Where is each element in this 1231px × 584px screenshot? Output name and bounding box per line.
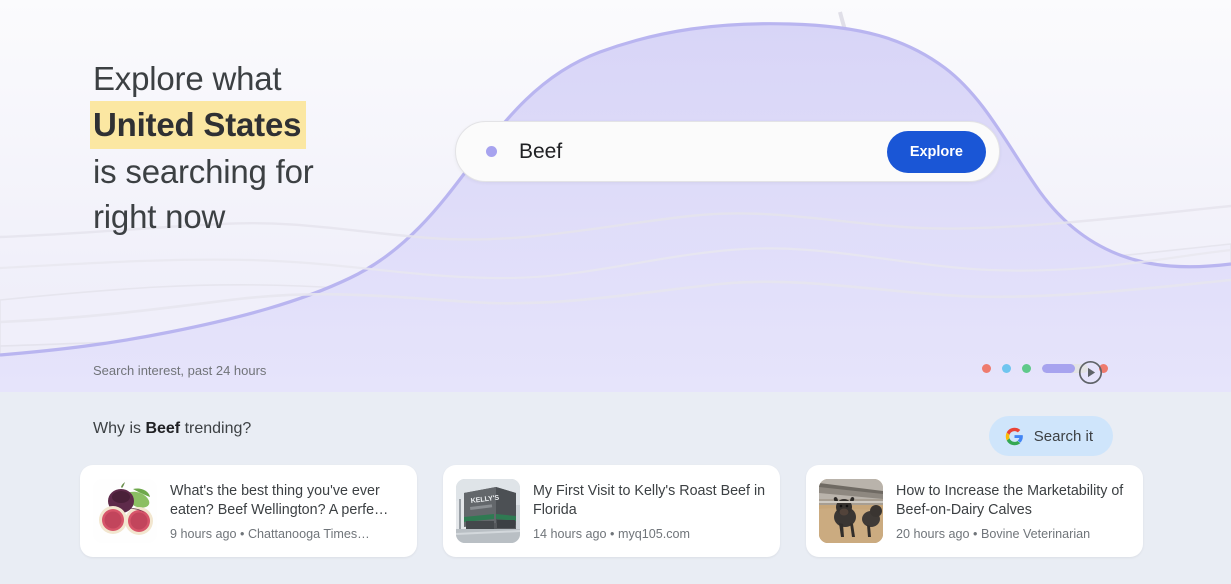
article-title: What's the best thing you've ever eaten?… — [170, 482, 389, 518]
headline-line-2: United States — [90, 101, 453, 149]
article-source: Bovine Veterinarian — [980, 526, 1091, 541]
article-card[interactable]: What's the best thing you've ever eaten?… — [80, 465, 417, 557]
meta-separator: • — [610, 526, 615, 541]
article-card[interactable]: How to Increase the Marketability of Bee… — [806, 465, 1143, 557]
explore-button[interactable]: Explore — [886, 130, 986, 173]
article-text: How to Increase the Marketability of Bee… — [896, 482, 1129, 541]
article-time: 14 hours ago — [533, 526, 607, 541]
hero-section: Explore what United States is searching … — [0, 0, 1231, 392]
article-source: Chattanooga Times… — [247, 526, 370, 541]
search-bar[interactable]: Beef Explore — [455, 121, 1000, 182]
panel-heading-term: Beef — [145, 420, 181, 437]
chart-caption: Search interest, past 24 hours — [93, 363, 267, 378]
term-color-dot — [486, 146, 497, 157]
carousel-dot-3[interactable] — [1022, 364, 1031, 373]
panel-heading-prefix: Why is — [93, 420, 146, 437]
panel-heading: Why is Beef trending? — [93, 420, 251, 438]
search-it-button[interactable]: Search it — [988, 416, 1113, 456]
panel-heading-suffix: trending? — [180, 420, 252, 437]
thumb-cattle — [819, 479, 883, 543]
article-time: 9 hours ago — [170, 526, 237, 541]
headline-line-1: Explore what — [93, 60, 282, 97]
figs-image — [93, 479, 157, 543]
article-meta: 9 hours ago • Chattanooga Times… — [170, 527, 403, 541]
article-title: My First Visit to Kelly's Roast Beef in … — [533, 482, 766, 518]
trends-page: Explore what United States is searching … — [0, 0, 1231, 584]
carousel-progress-fill — [1042, 364, 1076, 373]
google-g-icon — [1005, 427, 1023, 445]
headline-line-3: is searching for — [93, 153, 314, 190]
play-icon — [1078, 360, 1103, 385]
article-card[interactable]: KELLY'S My First Visit to Kelly's Roast … — [443, 465, 780, 557]
carousel-dot-1[interactable] — [982, 364, 991, 373]
kellys-building-image: KELLY'S — [456, 479, 520, 543]
cattle-image — [819, 479, 883, 543]
meta-separator: • — [240, 526, 245, 541]
article-meta: 20 hours ago • Bovine Veterinarian — [896, 527, 1129, 541]
trending-article-list: What's the best thing you've ever eaten?… — [80, 465, 1143, 557]
article-source: myq105.com — [617, 526, 691, 541]
article-text: What's the best thing you've ever eaten?… — [170, 482, 403, 541]
article-title: How to Increase the Marketability of Bee… — [896, 482, 1124, 518]
meta-separator: • — [973, 526, 978, 541]
thumb-kellys-building: KELLY'S — [456, 479, 520, 543]
article-text: My First Visit to Kelly's Roast Beef in … — [533, 482, 766, 541]
search-it-label: Search it — [1033, 427, 1093, 445]
headline-line-4: right now — [93, 198, 226, 235]
article-time: 20 hours ago — [896, 526, 970, 541]
headline-country-highlight: United States — [90, 101, 307, 149]
play-pause-button[interactable] — [1078, 360, 1103, 390]
search-input[interactable]: Beef — [519, 140, 887, 164]
carousel-dot-2[interactable] — [1002, 364, 1011, 373]
article-meta: 14 hours ago • myq105.com — [533, 527, 766, 541]
trending-panel: Why is Beef trending? Search it What's t… — [0, 392, 1231, 584]
hero-headline: Explore what United States is searching … — [90, 56, 453, 239]
thumb-figs — [93, 479, 157, 543]
